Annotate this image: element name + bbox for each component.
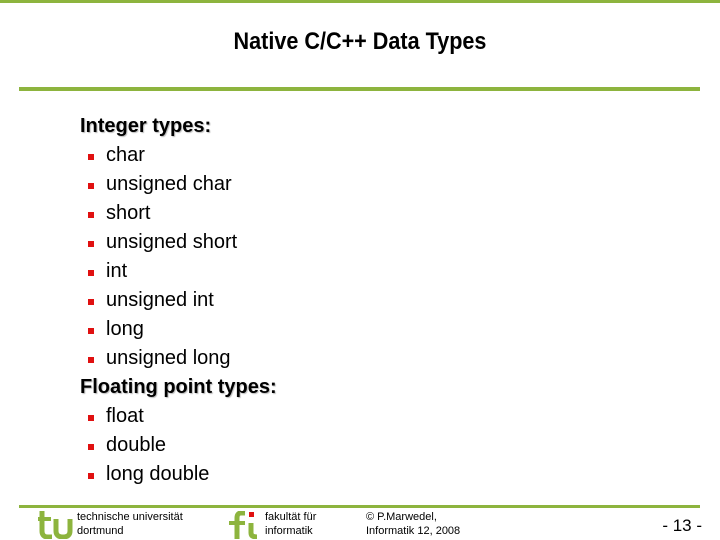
slide-content: Integer types: char unsigned char short … bbox=[80, 112, 277, 489]
list-item: unsigned long bbox=[80, 344, 277, 373]
bullet-icon bbox=[88, 356, 94, 363]
footer-divider bbox=[19, 505, 700, 508]
list-item: unsigned short bbox=[80, 228, 277, 257]
tu-name: technische universität dortmund bbox=[77, 511, 183, 537]
list-item: float bbox=[80, 402, 277, 431]
copyright: © P.Marwedel, Informatik 12, 2008 bbox=[366, 511, 461, 537]
slide-title: Native C/C++ Data Types bbox=[233, 28, 487, 55]
bullet-icon bbox=[88, 240, 94, 247]
tu-logo-icon bbox=[38, 511, 74, 539]
bullet-icon bbox=[88, 269, 94, 276]
section-heading-integer: Integer types: bbox=[80, 115, 212, 137]
list-item: long bbox=[80, 315, 277, 344]
bullet-icon bbox=[88, 414, 94, 421]
top-accent-bar bbox=[0, 0, 720, 3]
page-number: - 13 - bbox=[662, 516, 702, 535]
section-heading-floating: Floating point types: bbox=[80, 376, 277, 398]
list-item: unsigned int bbox=[80, 286, 277, 315]
bullet-icon bbox=[88, 211, 94, 218]
list-item: unsigned char bbox=[80, 170, 277, 199]
list-item: char bbox=[80, 141, 277, 170]
list-item: long double bbox=[80, 460, 277, 489]
bullet-icon bbox=[88, 443, 94, 450]
fi-name: fakultät für informatik bbox=[265, 511, 317, 537]
list-item: int bbox=[80, 257, 277, 286]
title-divider bbox=[19, 87, 700, 91]
bullet-icon bbox=[88, 472, 94, 479]
fi-logo-icon bbox=[229, 511, 263, 539]
bullet-icon bbox=[88, 182, 94, 189]
bullet-icon bbox=[88, 153, 94, 160]
list-item: short bbox=[80, 199, 277, 228]
bullet-icon bbox=[88, 327, 94, 334]
bullet-icon bbox=[88, 298, 94, 305]
list-item: double bbox=[80, 431, 277, 460]
